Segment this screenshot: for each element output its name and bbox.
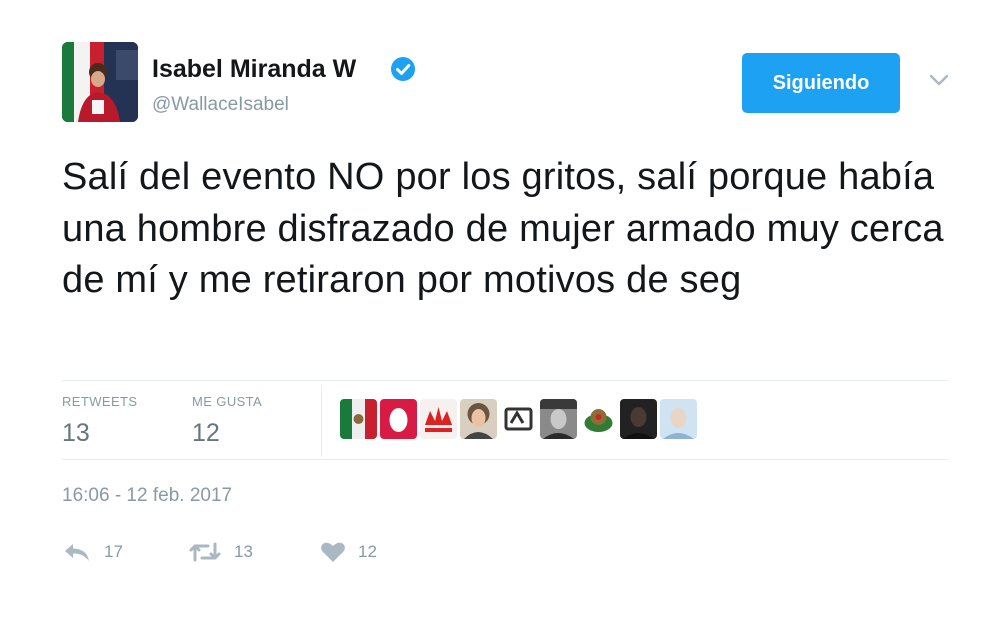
stats-divider-bottom <box>62 459 948 460</box>
likes-count[interactable]: 12 <box>192 419 220 448</box>
retweets-label[interactable]: RETWEETS <box>62 394 137 409</box>
tweet-text: Salí del evento NO por los gritos, salí … <box>62 156 944 301</box>
timestamp[interactable]: 16:06 - 12 feb. 2017 <box>62 485 232 507</box>
retweets-count[interactable]: 13 <box>62 419 90 448</box>
dark-avatar[interactable] <box>620 399 657 439</box>
like-button[interactable]: 12 <box>320 538 377 566</box>
following-button[interactable]: Siguiendo <box>742 53 900 113</box>
reply-button[interactable]: 17 <box>62 538 123 566</box>
liker-avatars <box>340 399 697 441</box>
stats-divider-vertical <box>321 385 322 457</box>
light-avatar[interactable] <box>660 399 697 439</box>
retweet-icon <box>189 542 221 562</box>
retweet-count: 13 <box>234 542 253 561</box>
flag-avatar[interactable] <box>340 399 377 439</box>
red-logo-avatar[interactable] <box>420 399 457 439</box>
reply-count: 17 <box>104 542 123 561</box>
tweet-card: Isabel Miranda W @WallaceIsabel Siguiend… <box>0 0 1005 620</box>
likes-label[interactable]: ME GUSTA <box>192 394 262 409</box>
retweet-button[interactable]: 13 <box>188 538 253 566</box>
reply-icon <box>65 544 89 561</box>
stats-divider-top <box>62 380 948 381</box>
user-handle[interactable]: @WallaceIsabel <box>152 94 289 116</box>
bw-portrait-avatar[interactable] <box>540 399 577 439</box>
verified-badge-icon <box>391 57 415 81</box>
pink-avatar[interactable] <box>380 399 417 439</box>
like-count: 12 <box>358 542 377 561</box>
heart-icon <box>321 542 345 562</box>
eagle-avatar[interactable] <box>580 399 617 439</box>
logo-avatar[interactable] <box>500 399 537 439</box>
user-name[interactable]: Isabel Miranda W <box>152 55 356 84</box>
user-avatar[interactable] <box>62 42 138 122</box>
chevron-down-icon[interactable] <box>928 72 950 88</box>
woman-avatar[interactable] <box>460 399 497 439</box>
